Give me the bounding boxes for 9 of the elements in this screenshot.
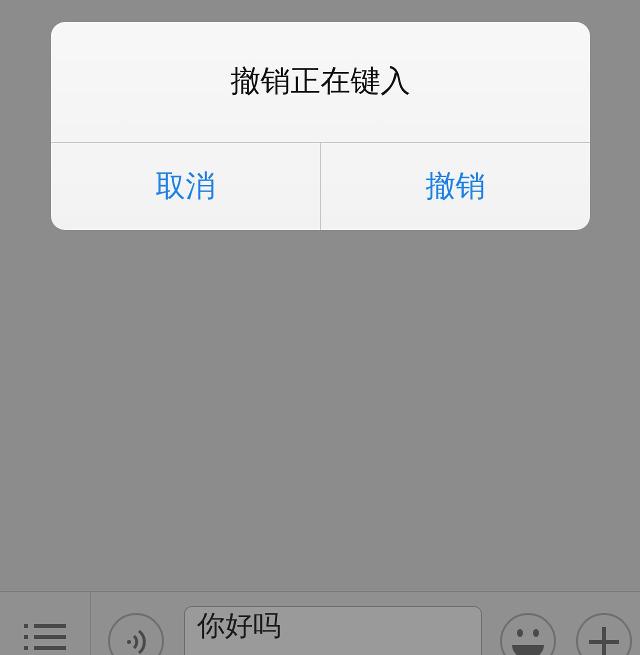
alert-title: 撤销正在键入 [230, 64, 410, 100]
plus-icon [589, 627, 619, 655]
undo-button[interactable]: 撤销 [320, 143, 590, 230]
sound-wave-icon [125, 627, 147, 655]
message-field[interactable]: 你好吗 [184, 606, 482, 655]
add-button[interactable] [576, 613, 632, 655]
cancel-button[interactable]: 取消 [51, 143, 320, 230]
emoji-button[interactable] [500, 613, 556, 655]
voice-button[interactable] [108, 613, 164, 655]
